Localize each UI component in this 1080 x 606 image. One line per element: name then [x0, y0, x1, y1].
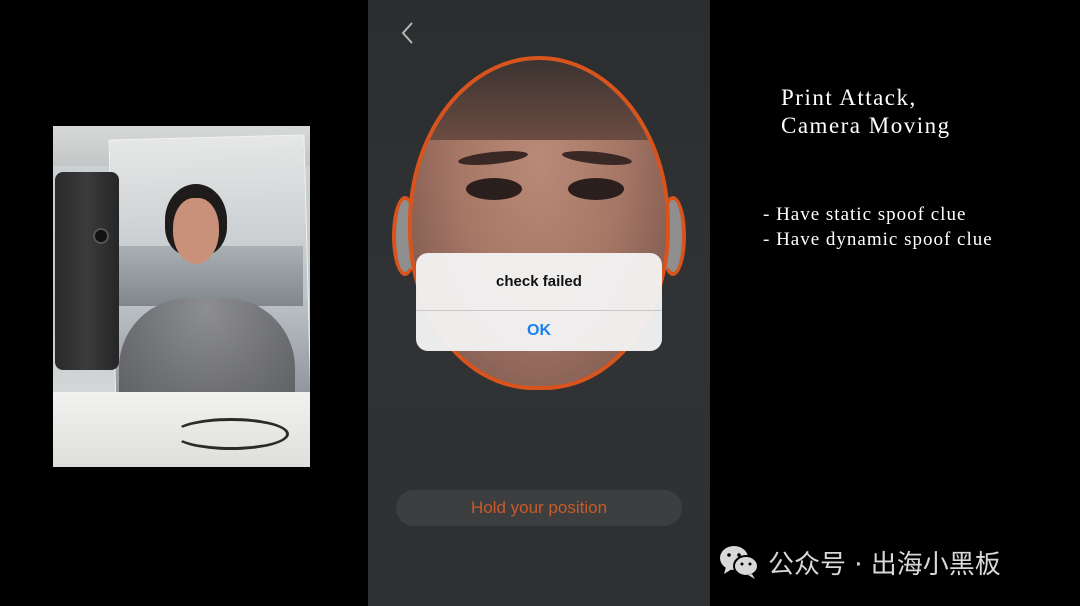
- right-eye: [568, 178, 624, 200]
- annotation-item: - Have dynamic spoof clue: [763, 229, 993, 250]
- back-chevron-icon[interactable]: [398, 20, 418, 46]
- ok-button[interactable]: OK: [416, 311, 662, 351]
- right-eyebrow: [561, 148, 633, 168]
- annotation: Print Attack, Camera Moving - Have stati…: [763, 84, 992, 250]
- left-eyebrow: [457, 148, 529, 168]
- cable: [173, 418, 289, 450]
- dialog-title: check failed: [496, 273, 582, 290]
- camera-lens-icon: [95, 230, 107, 242]
- person-face: [173, 198, 219, 264]
- face-hair: [412, 60, 666, 140]
- liveness-check-screen: check failed OK Hold your position: [368, 0, 710, 606]
- watermark: 公众号 · 出海小黑板: [718, 542, 1001, 582]
- alert-dialog: check failed OK: [416, 253, 662, 351]
- phone-device: [55, 172, 119, 370]
- print-attack-photo: [53, 126, 310, 467]
- left-eye: [466, 178, 522, 200]
- annotation-title: Print Attack, Camera Moving: [781, 85, 951, 138]
- annotation-list: - Have static spoof clue - Have dynamic …: [763, 202, 1063, 252]
- watermark-text: 公众号 · 出海小黑板: [768, 549, 1001, 580]
- annotation-item: - Have static spoof clue: [763, 204, 967, 225]
- wechat-icon: [720, 546, 759, 579]
- status-pill: Hold your position: [396, 490, 682, 526]
